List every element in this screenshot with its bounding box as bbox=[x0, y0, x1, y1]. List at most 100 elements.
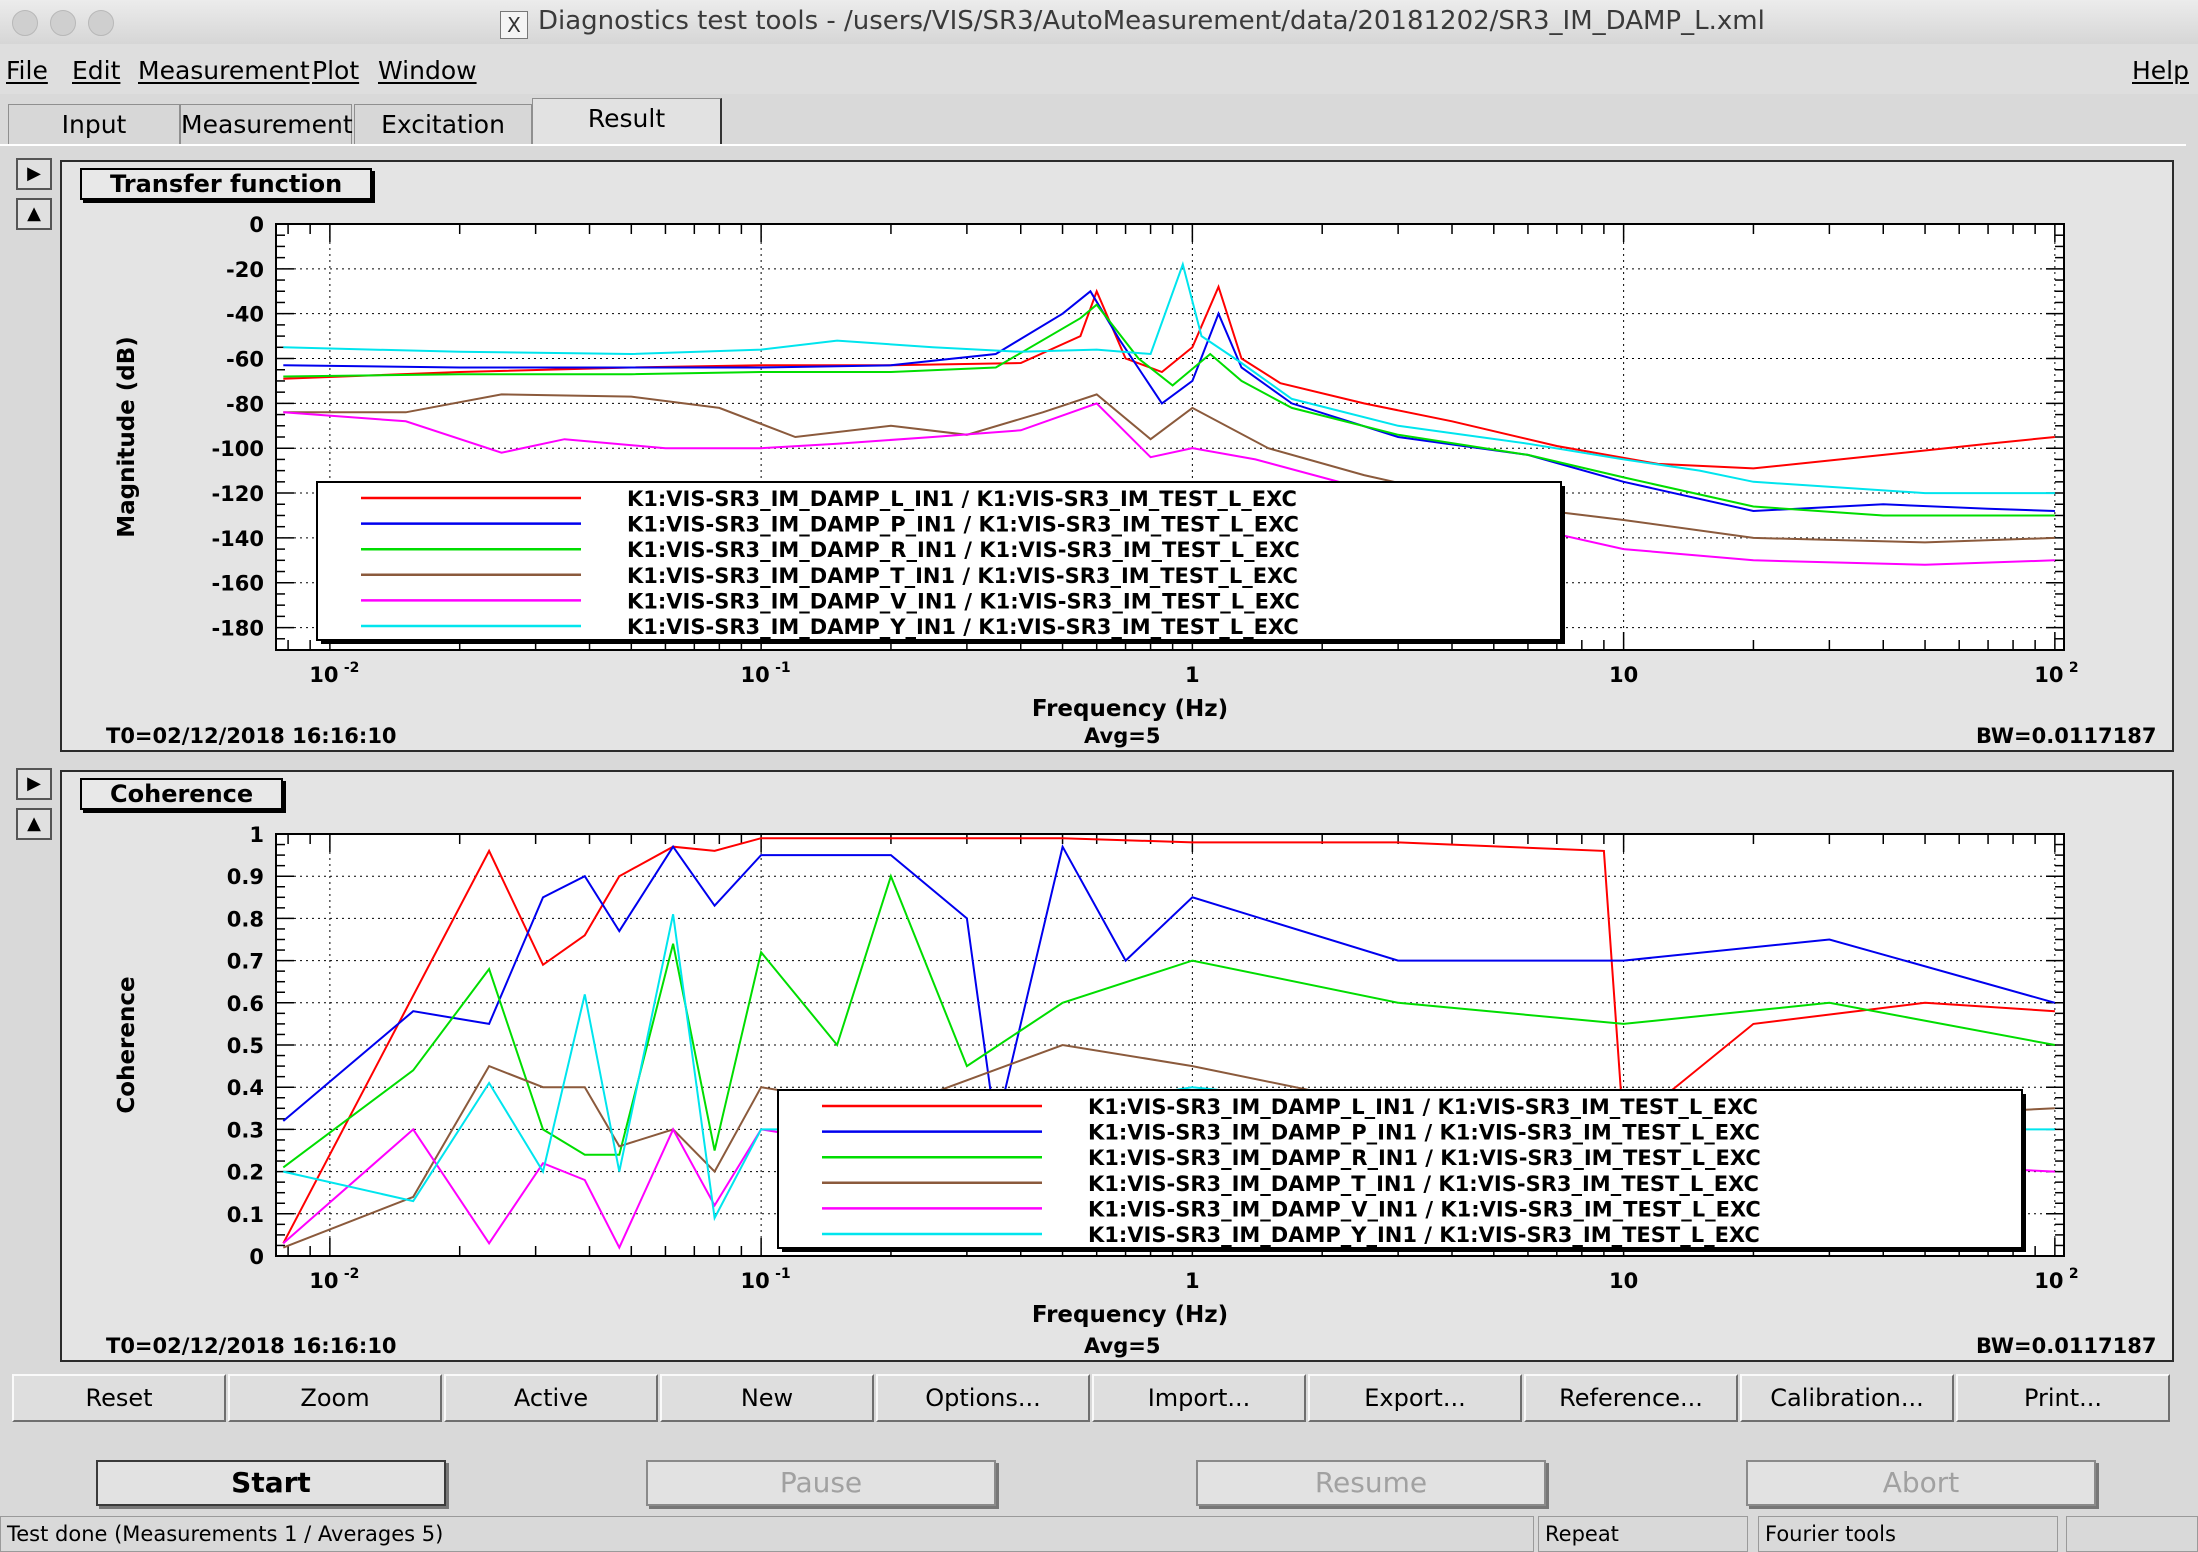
menu-measurement[interactable]: Measurement bbox=[138, 56, 310, 85]
status-tool: Fourier tools bbox=[1758, 1516, 2058, 1552]
tab-input[interactable]: Input bbox=[8, 104, 180, 144]
window-title-text: Diagnostics test tools - /users/VIS/SR3/… bbox=[538, 6, 1765, 36]
import-button[interactable]: Import... bbox=[1092, 1374, 1306, 1422]
y-tick-label: -80 bbox=[226, 392, 264, 416]
y-tick-label: 0.4 bbox=[227, 1076, 264, 1100]
transfer-function-chart[interactable]: 0-20-40-60-80-100-120-140-160-18010 -2 10-… bbox=[62, 162, 2172, 750]
export-button[interactable]: Export... bbox=[1308, 1374, 1522, 1422]
legend-entry: K1:VIS-SR3_IM_DAMP_Y_IN1 / K1:VIS-SR3_IM… bbox=[627, 615, 1299, 639]
legend-entry: K1:VIS-SR3_IM_DAMP_V_IN1 / K1:VIS-SR3_IM… bbox=[1088, 1197, 1761, 1221]
y-tick-label: 0.3 bbox=[227, 1118, 264, 1142]
print-button[interactable]: Print... bbox=[1956, 1374, 2170, 1422]
new-button[interactable]: New bbox=[660, 1374, 874, 1422]
menu-bar: File Edit Measurement Plot Window Help bbox=[0, 44, 2198, 94]
start-button[interactable]: Start bbox=[96, 1460, 446, 1506]
menu-window[interactable]: Window bbox=[378, 56, 477, 85]
legend-entry: K1:VIS-SR3_IM_DAMP_Y_IN1 / K1:VIS-SR3_IM… bbox=[1088, 1223, 1760, 1247]
bw-label: BW=0.0117187 bbox=[1976, 1334, 2157, 1358]
expand-panel-1-button[interactable]: ▶ bbox=[16, 158, 52, 190]
x-axis-label: Frequency (Hz) bbox=[1032, 1302, 1228, 1328]
avg-label: Avg=5 bbox=[1084, 1334, 1161, 1358]
tab-measurement[interactable]: Measurement bbox=[180, 104, 353, 144]
menu-help[interactable]: Help bbox=[2132, 56, 2189, 85]
x-tick-label: 1 bbox=[1185, 663, 1200, 687]
reset-button[interactable]: Reset bbox=[12, 1374, 226, 1422]
y-tick-label: 0 bbox=[249, 1245, 264, 1269]
menu-edit[interactable]: Edit bbox=[72, 56, 120, 85]
options-button[interactable]: Options... bbox=[876, 1374, 1090, 1422]
y-tick-label: -40 bbox=[226, 303, 264, 327]
y-tick-label: 0.7 bbox=[227, 950, 264, 974]
close-window-button[interactable] bbox=[12, 10, 38, 36]
y-tick-label: 0 bbox=[249, 213, 264, 237]
pause-button[interactable]: Pause bbox=[646, 1460, 996, 1506]
y-tick-label: 0.6 bbox=[227, 992, 264, 1016]
y-tick-label: 0.8 bbox=[227, 907, 264, 931]
tab-excitation[interactable]: Excitation bbox=[354, 104, 532, 144]
x-tick-label: 1 bbox=[1185, 1269, 1200, 1293]
active-button[interactable]: Active bbox=[444, 1374, 658, 1422]
y-tick-label: -60 bbox=[226, 348, 264, 372]
expand-panel-2-button[interactable]: ▶ bbox=[16, 768, 52, 800]
tab-divider bbox=[0, 144, 2186, 146]
legend-entry: K1:VIS-SR3_IM_DAMP_R_IN1 / K1:VIS-SR3_IM… bbox=[1088, 1146, 1761, 1170]
x-tick-exponent: -1 bbox=[775, 1266, 791, 1282]
x-tick-exponent: -2 bbox=[344, 1266, 360, 1282]
x-tick-exponent: 2 bbox=[2069, 660, 2079, 676]
legend-entry: K1:VIS-SR3_IM_DAMP_P_IN1 / K1:VIS-SR3_IM… bbox=[1088, 1121, 1760, 1145]
reference-button[interactable]: Reference... bbox=[1524, 1374, 1738, 1422]
x-tick-exponent: -2 bbox=[344, 660, 360, 676]
legend-entry: K1:VIS-SR3_IM_DAMP_T_IN1 / K1:VIS-SR3_IM… bbox=[1088, 1172, 1759, 1196]
minimize-window-button[interactable] bbox=[50, 10, 76, 36]
menu-plot[interactable]: Plot bbox=[312, 56, 359, 85]
status-extra bbox=[2066, 1516, 2198, 1552]
x-tick-exponent: 2 bbox=[2069, 1266, 2079, 1282]
y-tick-label: 0.5 bbox=[227, 1034, 264, 1058]
x-tick-exponent: -1 bbox=[775, 660, 791, 676]
x-tick-label: 10 bbox=[1609, 1269, 1638, 1293]
zoom-button[interactable]: Zoom bbox=[228, 1374, 442, 1422]
status-mode: Repeat bbox=[1538, 1516, 1748, 1552]
coherence-panel: Coherence 0 0.1 0.2 0.3 0.4 0.5 0.6 0.7 0.8 0.9 1 1… bbox=[60, 770, 2174, 1362]
y-tick-label: -20 bbox=[226, 258, 264, 282]
transfer-function-panel: Transfer function 0 -20 -40 -60 -80 -100 -120-… bbox=[60, 160, 2174, 752]
x-tick-label: 10 bbox=[741, 1269, 770, 1293]
status-message: Test done (Measurements 1 / Averages 5) bbox=[0, 1516, 1534, 1552]
tab-bar: Input Measurement Excitation Result bbox=[0, 94, 2198, 144]
tab-result[interactable]: Result bbox=[532, 98, 722, 144]
x-tick-label: 10 bbox=[741, 663, 770, 687]
legend-entry: K1:VIS-SR3_IM_DAMP_V_IN1 / K1:VIS-SR3_IM… bbox=[627, 589, 1300, 613]
y-tick-label: 1 bbox=[249, 823, 264, 847]
zoom-window-button[interactable] bbox=[88, 10, 114, 36]
legend-entry: K1:VIS-SR3_IM_DAMP_L_IN1 / K1:VIS-SR3_IM… bbox=[1088, 1095, 1758, 1119]
x11-icon: X bbox=[500, 11, 528, 39]
x-tick-label: 10 bbox=[2034, 663, 2063, 687]
collapse-panel-2-button[interactable]: ▲ bbox=[16, 808, 52, 840]
x-tick-label: 10 bbox=[309, 1269, 338, 1293]
x-tick-label: 10 bbox=[2034, 1269, 2063, 1293]
x-tick-label: 10 bbox=[309, 663, 338, 687]
y-tick-label: 0.9 bbox=[227, 865, 264, 889]
y-tick-label: -140 bbox=[211, 527, 264, 551]
y-tick-label: -100 bbox=[211, 437, 264, 461]
y-tick-label: -180 bbox=[211, 617, 264, 641]
window-title: X Diagnostics test tools - /users/VIS/SR3… bbox=[500, 6, 1765, 39]
y-axis-label: Magnitude (dB) bbox=[114, 336, 140, 538]
y-axis-label: Coherence bbox=[114, 976, 140, 1113]
coherence-chart[interactable]: 0 0.1 0.2 0.3 0.4 0.5 0.6 0.7 0.8 0.9 1 10 -2 10 -1 1 10… bbox=[62, 772, 2172, 1360]
x-axis-label: Frequency (Hz) bbox=[1032, 696, 1228, 722]
calibration-button[interactable]: Calibration... bbox=[1740, 1374, 1954, 1422]
resume-button[interactable]: Resume bbox=[1196, 1460, 1546, 1506]
legend-entry: K1:VIS-SR3_IM_DAMP_R_IN1 / K1:VIS-SR3_IM… bbox=[627, 538, 1300, 562]
x-tick-label: 10 bbox=[1609, 663, 1638, 687]
collapse-panel-1-button[interactable]: ▲ bbox=[16, 198, 52, 230]
t0-label: T0=02/12/2018 16:16:10 bbox=[106, 1334, 397, 1358]
y-tick-label: 0.1 bbox=[227, 1203, 264, 1227]
y-tick-label: -160 bbox=[211, 572, 264, 596]
bw-label: BW=0.0117187 bbox=[1976, 724, 2157, 748]
abort-button[interactable]: Abort bbox=[1746, 1460, 2096, 1506]
y-tick-label: 0.2 bbox=[227, 1161, 264, 1185]
menu-file[interactable]: File bbox=[6, 56, 48, 85]
avg-label: Avg=5 bbox=[1084, 724, 1161, 748]
legend-entry: K1:VIS-SR3_IM_DAMP_T_IN1 / K1:VIS-SR3_IM… bbox=[627, 564, 1298, 588]
